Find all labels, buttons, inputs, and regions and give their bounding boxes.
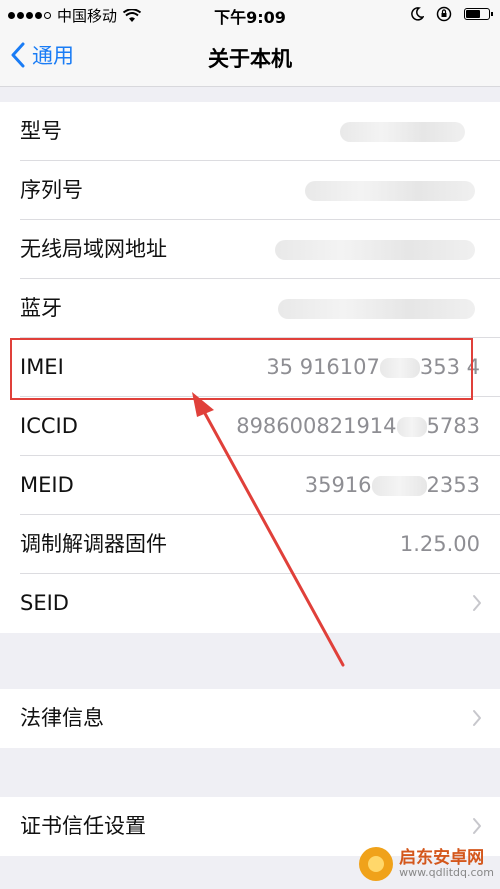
battery-level bbox=[466, 10, 480, 18]
redacted-serial-value bbox=[305, 181, 475, 201]
orientation-lock-icon bbox=[436, 6, 452, 22]
iccid-label: ICCID bbox=[20, 414, 78, 438]
legal-group: 法律信息 bbox=[0, 689, 500, 748]
meid-value-start: 35916 bbox=[304, 473, 372, 497]
wifi-address-row: 无线局域网地址 bbox=[0, 220, 500, 279]
serial-label: 序列号 bbox=[20, 178, 83, 202]
redacted-wifi-address-value bbox=[275, 240, 475, 260]
navigation-bar: 通用 关于本机 bbox=[0, 30, 500, 87]
modem-firmware-row: 调制解调器固件 1.25.00 bbox=[0, 515, 500, 574]
model-label: 型号 bbox=[20, 119, 62, 143]
meid-row: MEID 35916 2353 bbox=[0, 456, 500, 515]
certificate-trust-label: 证书信任设置 bbox=[20, 814, 146, 838]
meid-label: MEID bbox=[20, 473, 74, 497]
modem-firmware-label: 调制解调器固件 bbox=[20, 532, 167, 556]
meid-value: 35916 2353 bbox=[305, 456, 480, 515]
iccid-value-start: 898600821914 bbox=[236, 414, 397, 438]
iccid-row: ICCID 898600821914 5783 bbox=[0, 397, 500, 456]
meid-redaction bbox=[371, 476, 427, 496]
chevron-right-icon bbox=[473, 710, 481, 726]
status-right bbox=[410, 6, 493, 22]
modem-firmware-value: 1.25.00 bbox=[399, 532, 480, 556]
legal-info-row[interactable]: 法律信息 bbox=[0, 689, 500, 748]
bluetooth-row: 蓝牙 bbox=[0, 279, 500, 338]
wifi-address-label: 无线局域网地址 bbox=[20, 237, 167, 261]
chevron-right-icon bbox=[473, 818, 481, 834]
chevron-right-icon bbox=[473, 595, 481, 611]
bluetooth-label: 蓝牙 bbox=[20, 296, 62, 320]
site-watermark: 启东安卓网 www.qdlitdq.com bbox=[359, 847, 494, 881]
moon-icon bbox=[411, 7, 424, 21]
battery-icon bbox=[464, 8, 493, 20]
redacted-bluetooth-value bbox=[278, 299, 475, 319]
serial-row: 序列号 bbox=[0, 161, 500, 220]
imei-highlight-box bbox=[10, 338, 473, 400]
seid-row[interactable]: SEID bbox=[0, 574, 500, 633]
watermark-logo-icon bbox=[359, 847, 394, 881]
meid-value-end: 2353 bbox=[426, 473, 480, 497]
seid-label: SEID bbox=[20, 591, 69, 615]
watermark-name: 启东安卓网 bbox=[399, 847, 485, 868]
page-title: 关于本机 bbox=[208, 47, 292, 71]
status-bar: 中国移动 下午9:09 bbox=[0, 0, 500, 30]
iccid-value: 898600821914 5783 bbox=[236, 397, 480, 456]
model-row: 型号 bbox=[0, 102, 500, 161]
iccid-value-end: 5783 bbox=[426, 414, 480, 438]
redacted-model-value bbox=[340, 122, 465, 142]
legal-info-label: 法律信息 bbox=[20, 706, 104, 730]
watermark-url: www.qdlitdq.com bbox=[399, 866, 494, 880]
iccid-redaction bbox=[396, 417, 427, 437]
